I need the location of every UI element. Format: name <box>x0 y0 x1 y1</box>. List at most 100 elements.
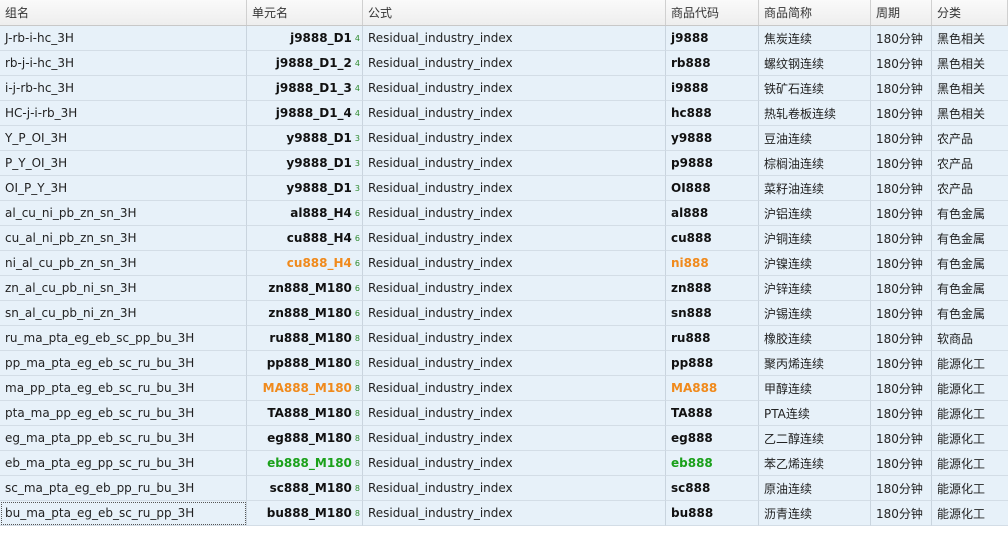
cell-group[interactable]: ru_ma_pta_eg_eb_sc_pp_bu_3H <box>0 326 247 351</box>
table-row[interactable]: rb-j-i-hc_3H j9888_D1_2 4 Residual_industry… <box>0 51 1008 76</box>
table-row[interactable]: ma_pp_pta_eg_eb_sc_ru_bu_3H MA888_M180 8 Re… <box>0 376 1008 401</box>
cell-group[interactable]: OI_P_Y_3H <box>0 176 247 201</box>
column-header-code[interactable]: 商品代码 <box>666 0 759 25</box>
table-row[interactable]: sc_ma_pta_eg_eb_pp_ru_bu_3H sc888_M180 8 Re… <box>0 476 1008 501</box>
cell-period[interactable]: 180分钟 <box>871 101 932 126</box>
cell-period[interactable]: 180分钟 <box>871 176 932 201</box>
cell-category[interactable]: 黑色相关 <box>932 101 1008 126</box>
cell-code[interactable]: cu888 <box>666 226 759 251</box>
cell-code[interactable]: sc888 <box>666 476 759 501</box>
column-header-formula[interactable]: 公式 <box>363 0 666 25</box>
cell-period[interactable]: 180分钟 <box>871 226 932 251</box>
cell-period[interactable]: 180分钟 <box>871 401 932 426</box>
cell-code[interactable]: y9888 <box>666 126 759 151</box>
cell-period[interactable]: 180分钟 <box>871 351 932 376</box>
cell-unit[interactable]: j9888_D1_3 4 <box>247 76 363 101</box>
cell-group[interactable]: al_cu_ni_pb_zn_sn_3H <box>0 201 247 226</box>
cell-unit[interactable]: j9888_D1_2 4 <box>247 51 363 76</box>
column-header-group[interactable]: 组名 <box>0 0 247 25</box>
cell-name[interactable]: 原油连续 <box>759 476 871 501</box>
cell-group[interactable]: HC-j-i-rb_3H <box>0 101 247 126</box>
table-row[interactable]: HC-j-i-rb_3H j9888_D1_4 4 Residual_industry… <box>0 101 1008 126</box>
cell-unit[interactable]: zn888_M180 6 <box>247 276 363 301</box>
cell-period[interactable]: 180分钟 <box>871 251 932 276</box>
cell-group[interactable]: J-rb-i-hc_3H <box>0 26 247 51</box>
cell-group[interactable]: ma_pp_pta_eg_eb_sc_ru_bu_3H <box>0 376 247 401</box>
cell-name[interactable]: 苯乙烯连续 <box>759 451 871 476</box>
cell-period[interactable]: 180分钟 <box>871 501 932 526</box>
cell-code[interactable]: eb888 <box>666 451 759 476</box>
cell-period[interactable]: 180分钟 <box>871 276 932 301</box>
cell-category[interactable]: 农产品 <box>932 151 1008 176</box>
cell-unit[interactable]: pp888_M180 8 <box>247 351 363 376</box>
cell-name[interactable]: 棕榈油连续 <box>759 151 871 176</box>
column-header-category[interactable]: 分类 <box>932 0 1008 25</box>
table-row[interactable]: bu_ma_pta_eg_eb_sc_ru_pp_3H bu888_M180 8 Re… <box>0 501 1008 526</box>
cell-category[interactable]: 黑色相关 <box>932 51 1008 76</box>
table-row[interactable]: P_Y_OI_3H y9888_D1 3 Residual_industry_inde… <box>0 151 1008 176</box>
cell-code[interactable]: sn888 <box>666 301 759 326</box>
cell-group[interactable]: P_Y_OI_3H <box>0 151 247 176</box>
cell-formula[interactable]: Residual_industry_index <box>363 401 666 426</box>
column-header-unit[interactable]: 单元名 <box>247 0 363 25</box>
cell-name[interactable]: 沪锌连续 <box>759 276 871 301</box>
cell-group[interactable]: pta_ma_pp_eg_eb_sc_ru_bu_3H <box>0 401 247 426</box>
table-row[interactable]: ni_al_cu_pb_zn_sn_3H cu888_H4 6 Residual_in… <box>0 251 1008 276</box>
cell-group[interactable]: rb-j-i-hc_3H <box>0 51 247 76</box>
cell-name[interactable]: 聚丙烯连续 <box>759 351 871 376</box>
cell-category[interactable]: 能源化工 <box>932 376 1008 401</box>
cell-period[interactable]: 180分钟 <box>871 51 932 76</box>
cell-period[interactable]: 180分钟 <box>871 26 932 51</box>
cell-period[interactable]: 180分钟 <box>871 151 932 176</box>
cell-formula[interactable]: Residual_industry_index <box>363 101 666 126</box>
cell-formula[interactable]: Residual_industry_index <box>363 151 666 176</box>
cell-category[interactable]: 黑色相关 <box>932 76 1008 101</box>
cell-code[interactable]: al888 <box>666 201 759 226</box>
cell-group[interactable]: eb_ma_pta_eg_pp_sc_ru_bu_3H <box>0 451 247 476</box>
cell-unit[interactable]: bu888_M180 8 <box>247 501 363 526</box>
cell-code[interactable]: eg888 <box>666 426 759 451</box>
cell-name[interactable]: 焦炭连续 <box>759 26 871 51</box>
cell-formula[interactable]: Residual_industry_index <box>363 126 666 151</box>
cell-formula[interactable]: Residual_industry_index <box>363 26 666 51</box>
cell-formula[interactable]: Residual_industry_index <box>363 301 666 326</box>
cell-formula[interactable]: Residual_industry_index <box>363 376 666 401</box>
cell-group[interactable]: sn_al_cu_pb_ni_zn_3H <box>0 301 247 326</box>
cell-category[interactable]: 能源化工 <box>932 501 1008 526</box>
cell-unit[interactable]: ru888_M180 8 <box>247 326 363 351</box>
cell-category[interactable]: 有色金属 <box>932 251 1008 276</box>
cell-formula[interactable]: Residual_industry_index <box>363 351 666 376</box>
cell-category[interactable]: 能源化工 <box>932 476 1008 501</box>
cell-formula[interactable]: Residual_industry_index <box>363 326 666 351</box>
cell-code[interactable]: i9888 <box>666 76 759 101</box>
cell-name[interactable]: 豆油连续 <box>759 126 871 151</box>
cell-unit[interactable]: y9888_D1 3 <box>247 176 363 201</box>
cell-code[interactable]: bu888 <box>666 501 759 526</box>
cell-name[interactable]: 铁矿石连续 <box>759 76 871 101</box>
cell-period[interactable]: 180分钟 <box>871 376 932 401</box>
cell-category[interactable]: 能源化工 <box>932 451 1008 476</box>
cell-period[interactable]: 180分钟 <box>871 76 932 101</box>
column-header-name[interactable]: 商品简称 <box>759 0 871 25</box>
cell-period[interactable]: 180分钟 <box>871 126 932 151</box>
cell-code[interactable]: pp888 <box>666 351 759 376</box>
cell-group[interactable]: bu_ma_pta_eg_eb_sc_ru_pp_3H <box>0 501 247 526</box>
cell-formula[interactable]: Residual_industry_index <box>363 176 666 201</box>
cell-code[interactable]: hc888 <box>666 101 759 126</box>
cell-category[interactable]: 有色金属 <box>932 226 1008 251</box>
cell-category[interactable]: 黑色相关 <box>932 26 1008 51</box>
cell-code[interactable]: j9888 <box>666 26 759 51</box>
cell-group[interactable]: cu_al_ni_pb_zn_sn_3H <box>0 226 247 251</box>
cell-unit[interactable]: eg888_M180 8 <box>247 426 363 451</box>
cell-period[interactable]: 180分钟 <box>871 301 932 326</box>
cell-unit[interactable]: sc888_M180 8 <box>247 476 363 501</box>
cell-category[interactable]: 有色金属 <box>932 201 1008 226</box>
table-row[interactable]: Y_P_OI_3H y9888_D1 3 Residual_industry_inde… <box>0 126 1008 151</box>
cell-formula[interactable]: Residual_industry_index <box>363 476 666 501</box>
cell-period[interactable]: 180分钟 <box>871 426 932 451</box>
cell-group[interactable]: Y_P_OI_3H <box>0 126 247 151</box>
cell-name[interactable]: 甲醇连续 <box>759 376 871 401</box>
cell-category[interactable]: 农产品 <box>932 176 1008 201</box>
cell-unit[interactable]: y9888_D1 3 <box>247 126 363 151</box>
cell-code[interactable]: p9888 <box>666 151 759 176</box>
